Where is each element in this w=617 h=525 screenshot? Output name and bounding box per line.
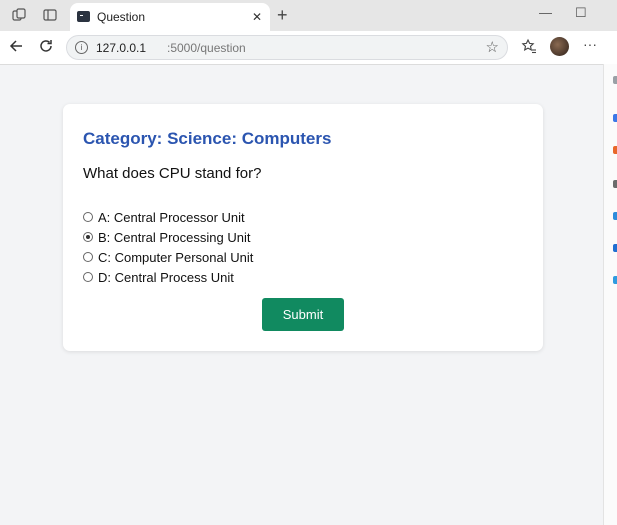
back-icon[interactable]	[8, 38, 24, 59]
terminal-favicon-icon	[77, 11, 90, 22]
answer-options: A: Central Processor Unit B: Central Pro…	[83, 207, 253, 287]
favorites-icon[interactable]	[521, 38, 537, 57]
option-a-label[interactable]: A: Central Processor Unit	[98, 210, 245, 225]
favorite-star-icon[interactable]: ☆	[486, 38, 499, 56]
maximize-icon[interactable]: ☐	[575, 5, 587, 21]
option-d[interactable]: D: Central Process Unit	[83, 267, 253, 287]
new-tab-icon[interactable]: +	[277, 5, 288, 26]
minimize-icon[interactable]: —	[539, 5, 552, 20]
outlook-icon[interactable]	[613, 276, 617, 284]
site-info-icon[interactable]: i	[75, 41, 88, 54]
option-a[interactable]: A: Central Processor Unit	[83, 207, 253, 227]
tab-actions-icon[interactable]	[43, 8, 57, 22]
tab-title: Question	[97, 10, 146, 24]
address-path: :5000/question	[167, 41, 246, 55]
option-d-label[interactable]: D: Central Process Unit	[98, 270, 234, 285]
question-card: Category: Science: Computers What does C…	[63, 104, 543, 351]
option-b-label[interactable]: B: Central Processing Unit	[98, 230, 250, 245]
office-icon[interactable]	[613, 244, 617, 252]
option-c[interactable]: C: Computer Personal Unit	[83, 247, 253, 267]
browser-side-panel	[603, 64, 617, 525]
option-c-radio[interactable]	[83, 252, 93, 262]
search-icon[interactable]	[613, 114, 617, 122]
browser-toolbar: i 127.0.0.1 :5000/question ☆ ···	[0, 31, 617, 65]
more-menu-icon[interactable]: ···	[583, 36, 597, 52]
category-heading: Category: Science: Computers	[83, 129, 332, 148]
games-icon[interactable]	[613, 212, 617, 220]
question-text: What does CPU stand for?	[83, 165, 262, 182]
workspaces-icon[interactable]	[12, 8, 26, 22]
option-b[interactable]: B: Central Processing Unit	[83, 227, 253, 247]
shopping-icon[interactable]	[613, 146, 617, 154]
submit-button[interactable]: Submit	[262, 298, 344, 331]
option-d-radio[interactable]	[83, 272, 93, 282]
option-b-radio[interactable]	[83, 232, 93, 242]
address-host: 127.0.0.1	[96, 41, 147, 55]
browser-tab-bar: Question ✕ + — ☐	[0, 0, 617, 31]
active-tab[interactable]: Question ✕	[70, 3, 270, 31]
refresh-icon[interactable]	[38, 38, 54, 59]
address-bar[interactable]: i 127.0.0.1 :5000/question ☆	[66, 35, 508, 60]
profile-avatar[interactable]	[550, 37, 569, 56]
option-a-radio[interactable]	[83, 212, 93, 222]
option-c-label[interactable]: C: Computer Personal Unit	[98, 250, 253, 265]
close-tab-icon[interactable]: ✕	[252, 10, 262, 24]
copilot-icon[interactable]	[613, 76, 617, 84]
tools-icon[interactable]	[613, 180, 617, 188]
